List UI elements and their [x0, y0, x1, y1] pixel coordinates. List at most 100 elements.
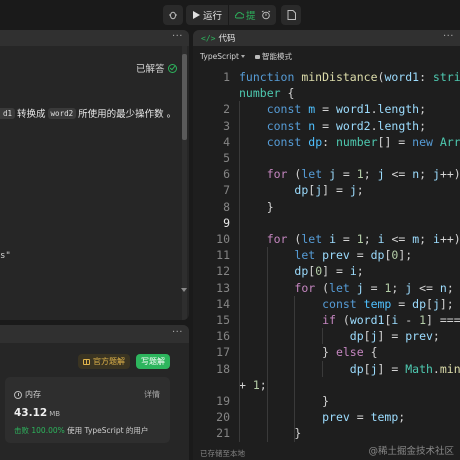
solved-status: 已解答 [136, 61, 177, 75]
code-chip-word2: word2 [47, 107, 77, 119]
code-line[interactable]: + 1; [193, 377, 460, 393]
code-line[interactable]: 6 for (let j = 1; j <= n; j++) { [193, 166, 460, 182]
code-text: dp[0] = i; [294, 264, 364, 279]
code-text: if (word1[i - 1] === word2[j - 1]) { [322, 313, 460, 327]
notes-button[interactable] [281, 5, 301, 25]
code-line[interactable]: 15 if (word1[i - 1] === word2[j - 1]) { [193, 312, 460, 328]
run-controls: 运行 提交 [163, 5, 272, 25]
code-text: } [239, 426, 302, 441]
memory-card[interactable]: 内存 详情 43.12 MB 击败 100.00% 使用 TypeScript 的… [5, 377, 170, 443]
line-number: 20 [216, 410, 230, 425]
code-line[interactable]: 18 dp[j] = Math.min(dp[j], dp[j - 1], pr… [193, 361, 460, 377]
problem-description: d1 转换成 word2 所使用的最少操作数 。 [0, 106, 176, 120]
code-area[interactable]: 1 function minDistance(word1: string, wor… [193, 69, 460, 447]
code-line[interactable]: 1 function minDistance(word1: string, wor… [193, 69, 460, 85]
result-panel: ··· 官方题解 写题解 内存 详情 43.12 MB 击败 100.00% 使用… [0, 325, 189, 460]
vertical-scrollbar[interactable] [182, 46, 187, 320]
indent-guide [266, 247, 268, 442]
line-number: 2 [223, 102, 230, 117]
line-number: 1 [223, 70, 230, 84]
line-number: 10 [216, 232, 230, 246]
code-line[interactable]: 17 } else { [193, 344, 460, 360]
editor-tab[interactable]: </> 代码 ··· [193, 30, 460, 46]
run-label: 运行 [203, 11, 223, 22]
code-line[interactable]: 10 for (let i = 1; i <= m; i++) { [193, 231, 460, 247]
save-status: 已存储至本地 [200, 449, 245, 458]
line-number: 4 [223, 134, 230, 149]
code-line[interactable]: 11 let prev = dp[0]; [193, 247, 460, 263]
line-number: 11 [216, 248, 230, 263]
code-line[interactable]: 14 const temp = dp[j]; [193, 296, 460, 312]
code-line[interactable]: 9 [193, 215, 460, 231]
chevron-down-icon [240, 55, 245, 58]
alarm-clock-icon [261, 10, 271, 20]
more-options-icon[interactable]: ··· [172, 31, 183, 42]
watermark: @稀土掘金技术社区 [368, 446, 454, 457]
run-button[interactable]: 运行 [186, 5, 229, 25]
official-solution-button[interactable]: 官方题解 [78, 354, 130, 369]
result-panel-header: ··· [0, 325, 189, 343]
code-text: for (let i = 1; i <= m; i++) { [266, 232, 460, 246]
memory-value: 43.12 MB [14, 407, 60, 419]
beat-percentage: 100.00% [31, 426, 65, 435]
indent-guide [239, 101, 240, 442]
top-toolbar: 运行 提交 [0, 0, 460, 30]
more-options-icon[interactable]: ··· [172, 327, 183, 338]
code-line[interactable]: 5 [193, 150, 460, 166]
problem-panel: ··· 已解答 d1 转换成 word2 所使用的最少操作数 。 s" [0, 30, 189, 320]
more-options-icon[interactable]: ··· [443, 31, 454, 42]
code-text: } else { [239, 345, 378, 360]
language-select[interactable]: TypeScript [200, 52, 245, 61]
write-solution-button[interactable]: 写题解 [136, 354, 170, 369]
memory-icon [14, 390, 22, 399]
line-number: 21 [216, 426, 230, 441]
code-line[interactable]: number { [193, 85, 460, 101]
line-number: 17 [216, 345, 230, 360]
code-line[interactable]: 20 prev = temp; [193, 409, 460, 425]
code-line[interactable]: 3 const n = word2.length; [193, 118, 460, 134]
desc-mid: 转换成 [17, 109, 46, 120]
line-number: 5 [223, 151, 230, 165]
line-number: 12 [216, 264, 230, 279]
code-text: dp[j] = j; [294, 183, 364, 198]
indent-guide [322, 360, 324, 377]
debug-button[interactable] [163, 5, 183, 25]
line-number: 13 [216, 280, 230, 295]
indent-guide [322, 328, 324, 345]
official-solution-label: 官方题解 [93, 357, 125, 366]
code-text: dp[j] = Math.min(dp[j], dp[j - 1], prev) [349, 361, 460, 376]
code-line[interactable]: 4 const dp: number[] = new Array(n + 1); [193, 134, 460, 150]
line-number: 8 [223, 199, 230, 214]
scroll-down-arrow-icon[interactable] [181, 288, 187, 292]
code-text: prev = temp; [322, 410, 406, 425]
code-line[interactable]: 19 } [193, 393, 460, 409]
details-link[interactable]: 详情 [144, 389, 160, 400]
code-line[interactable]: 13 for (let j = 1; j <= n; j++) { [193, 280, 460, 296]
line-number: 9 [223, 215, 230, 230]
code-line[interactable]: 12 dp[0] = i; [193, 263, 460, 279]
code-text: let prev = dp[0]; [294, 248, 413, 263]
code-line[interactable]: 7 dp[j] = j; [193, 182, 460, 198]
lock-icon [254, 54, 260, 59]
code-line[interactable]: 21 } [193, 425, 460, 441]
scrollbar-thumb[interactable] [182, 54, 187, 140]
solved-label: 已解答 [136, 64, 165, 75]
beat-prefix: 击败 [14, 426, 29, 435]
code-text: for (let j = 1; j <= n; j++) { [294, 280, 460, 295]
code-text: for (let j = 1; j <= n; j++) { [266, 167, 460, 182]
memory-unit: MB [49, 410, 61, 418]
code-text: function minDistance(word1: string, word… [239, 70, 460, 84]
line-number: 3 [223, 118, 230, 133]
editor-toolbar: TypeScript 智能模式 [193, 46, 460, 66]
code-line[interactable]: 8 } [193, 199, 460, 215]
code-line[interactable]: 16 dp[j] = prev; [193, 328, 460, 344]
line-number: 18 [216, 361, 230, 376]
check-circle-icon [167, 63, 177, 73]
write-solution-label: 写题解 [141, 357, 165, 366]
editor-tab-title: 代码 [218, 34, 236, 44]
play-icon [193, 11, 200, 19]
code-line[interactable]: 2 const m = word1.length; [193, 101, 460, 117]
alarm-button[interactable] [256, 5, 276, 25]
book-icon [83, 358, 90, 365]
mode-toggle[interactable]: 智能模式 [254, 51, 292, 62]
